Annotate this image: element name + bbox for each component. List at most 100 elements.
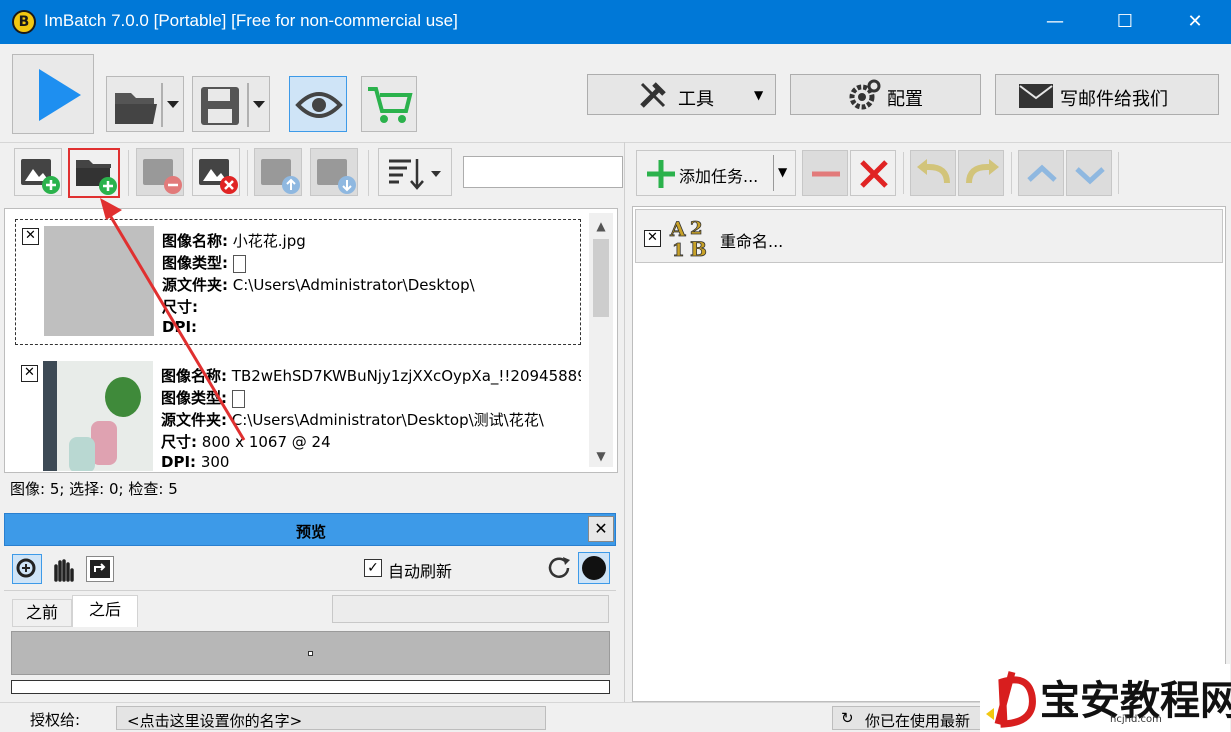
panel-splitter[interactable]: [624, 142, 625, 702]
license-label: 授权给:: [30, 711, 81, 729]
buy-button[interactable]: [361, 76, 417, 132]
name-label: 图像名称:: [162, 232, 228, 250]
move-task-up-button[interactable]: [1018, 150, 1064, 196]
file-icon: [232, 254, 246, 273]
type-label: 图像类型:: [162, 254, 228, 272]
title-bar: B ImBatch 7.0.0 [Portable] [Free for non…: [0, 0, 1231, 44]
auto-refresh-label: 自动刷新: [388, 562, 453, 581]
clear-tasks-button[interactable]: [850, 150, 896, 196]
scroll-down-icon[interactable]: ▼: [589, 449, 613, 463]
toolbar-separator: [128, 150, 129, 196]
image-folder: C:\Users\Administrator\Desktop\测试\花花\: [231, 411, 544, 429]
tools-dropdown[interactable]: 工具 ▼: [587, 74, 776, 115]
background-color-button[interactable]: [578, 552, 610, 584]
chevron-up-icon: [1027, 164, 1057, 182]
add-folder-button[interactable]: [68, 148, 120, 198]
preview-image-dot: [308, 651, 313, 656]
add-task-dropdown[interactable]: 添加任务... ▼: [636, 150, 796, 196]
image-search-input[interactable]: [463, 156, 623, 188]
scroll-thumb[interactable]: [593, 239, 609, 317]
save-icon: [201, 83, 265, 127]
item-checkbox[interactable]: ✕: [22, 228, 39, 245]
close-button[interactable]: ✕: [1160, 0, 1230, 44]
app-icon: B: [12, 10, 36, 34]
close-preview-button[interactable]: ✕: [588, 516, 614, 542]
undo-button[interactable]: [910, 150, 956, 196]
refresh-button[interactable]: [544, 554, 574, 584]
config-label: 配置: [887, 89, 923, 110]
dpi-label: DPI:: [161, 453, 197, 471]
task-label: 重命名...: [720, 232, 784, 251]
preview-divider: [4, 590, 616, 591]
list-scrollbar[interactable]: ▲ ▼: [589, 213, 613, 467]
chevron-down-icon: [1075, 167, 1105, 185]
remove-image-icon: [143, 159, 182, 194]
toolbar-separator: [1118, 152, 1119, 194]
task-checkbox[interactable]: ✕: [644, 230, 661, 247]
tools-icon: [640, 82, 666, 108]
add-image-icon: [21, 159, 60, 194]
preview-toggle-button[interactable]: [289, 76, 347, 132]
folder-label: 源文件夹:: [162, 276, 228, 294]
window-title: ImBatch 7.0.0 [Portable] [Free for non-c…: [44, 11, 458, 30]
list-item[interactable]: ✕ 图像名称: 小花花.jpg 图像类型: 源文件夹: C:\Users\Adm…: [15, 219, 581, 345]
update-status-field[interactable]: ↻ 你已在使用最新: [832, 706, 992, 730]
config-button[interactable]: 配置: [790, 74, 981, 115]
clear-images-button[interactable]: [192, 148, 240, 196]
x-icon: [860, 160, 888, 188]
rotate-tool-button[interactable]: [86, 556, 114, 582]
open-project-button[interactable]: [106, 76, 184, 132]
svg-text:A: A: [669, 217, 686, 241]
redo-button[interactable]: [958, 150, 1004, 196]
move-task-down-button[interactable]: [1066, 150, 1112, 196]
add-images-button[interactable]: [14, 148, 62, 196]
sort-dropdown[interactable]: [378, 148, 452, 196]
toolbar-separator: [903, 152, 904, 194]
save-project-button[interactable]: [192, 76, 270, 132]
folder-label: 源文件夹:: [161, 411, 227, 429]
undo-icon: [917, 159, 950, 184]
toolbar-separator: [1011, 152, 1012, 194]
image-list[interactable]: ✕ 图像名称: 小花花.jpg 图像类型: 源文件夹: C:\Users\Adm…: [4, 208, 618, 473]
gear-icon: [849, 79, 881, 110]
color-dot-icon: [582, 556, 606, 580]
eye-icon: [295, 92, 343, 118]
task-item[interactable]: ✕ A 2 1 B 重命名...: [635, 209, 1223, 263]
delete-image-icon: [199, 159, 238, 194]
run-button[interactable]: [12, 54, 94, 134]
envelope-icon: [1019, 84, 1053, 108]
auto-refresh-checkbox[interactable]: ✓: [364, 559, 382, 577]
scroll-up-icon[interactable]: ▲: [589, 219, 613, 233]
tab-before[interactable]: 之前: [12, 599, 72, 627]
image-size: 800 x 1067 @ 24: [201, 433, 331, 451]
type-label: 图像类型:: [161, 389, 227, 407]
dpi-label: DPI:: [162, 318, 198, 336]
preview-canvas[interactable]: [11, 631, 610, 675]
refresh-icon: [548, 557, 570, 578]
minimize-button[interactable]: —: [1020, 0, 1090, 44]
maximize-button[interactable]: ☐: [1090, 0, 1160, 44]
cart-icon: [368, 87, 413, 123]
zoom-tool-button[interactable]: [12, 554, 42, 584]
image-thumbnail: [44, 226, 154, 336]
toolbar-separator: [247, 150, 248, 196]
tab-after[interactable]: 之后: [72, 595, 138, 627]
task-list[interactable]: ✕ A 2 1 B 重命名...: [632, 206, 1226, 702]
pan-tool-button[interactable]: [48, 554, 78, 584]
image-name: TB2wEhSD7KWBuNjy1zjXXcOypXa_!!20945889: [231, 367, 581, 385]
tools-label: 工具: [678, 89, 714, 110]
watermark-logo-icon: [986, 671, 1036, 728]
item-checkbox[interactable]: ✕: [21, 365, 38, 382]
remove-task-button[interactable]: [802, 150, 848, 196]
preview-header: 预览 ✕: [4, 513, 616, 546]
remove-image-button[interactable]: [136, 148, 184, 196]
list-item[interactable]: ✕ 图像名称: TB2wEhSD7KWBuNjy1zjXXcOypXa_!!20…: [15, 357, 581, 471]
email-us-button[interactable]: 写邮件给我们: [995, 74, 1219, 115]
size-label: 尺寸:: [161, 433, 197, 451]
add-task-label: 添加任务...: [679, 167, 759, 186]
zoom-icon: [16, 558, 36, 578]
license-name-field[interactable]: <点击这里设置你的名字>: [116, 706, 546, 730]
image-down-icon: [317, 159, 356, 194]
move-up-image-button[interactable]: [254, 148, 302, 196]
move-down-image-button[interactable]: [310, 148, 358, 196]
